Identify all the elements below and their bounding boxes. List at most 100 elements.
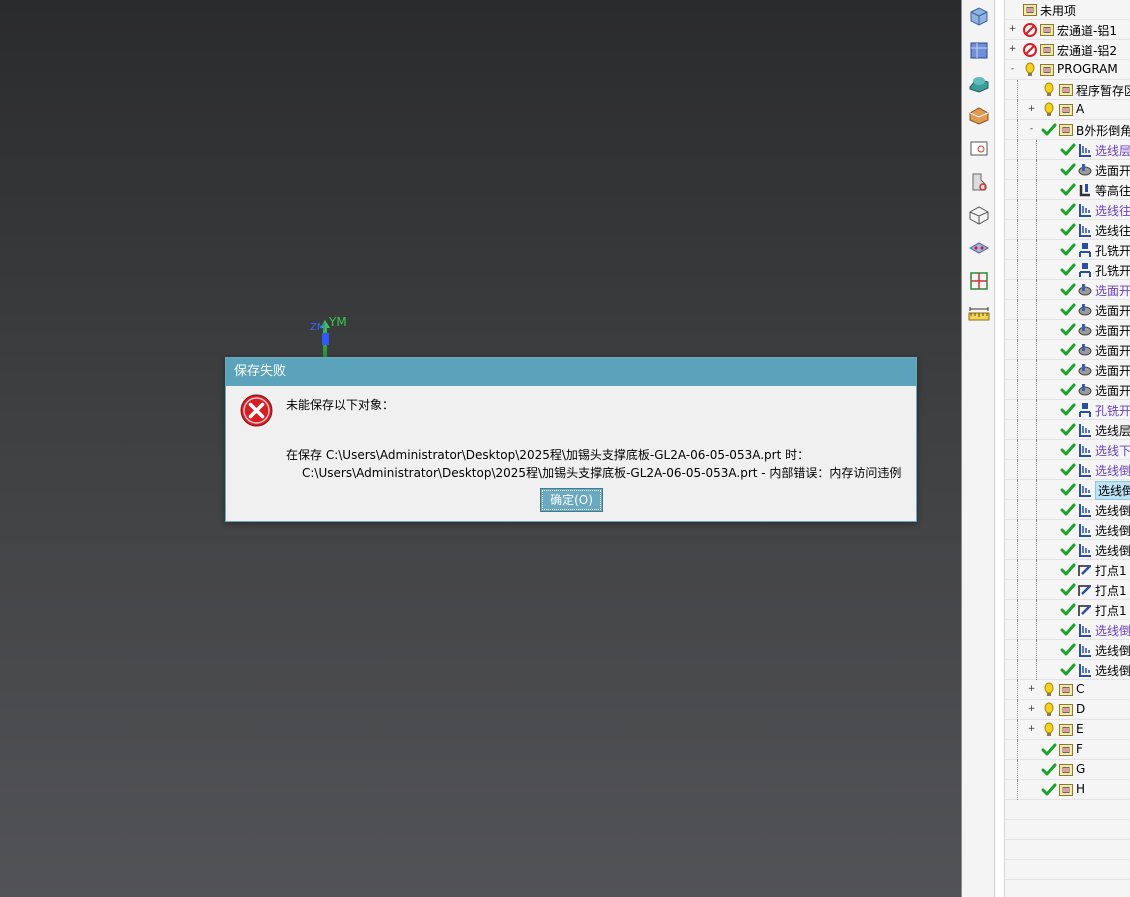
tree-row[interactable]: 选线倒角: [1005, 480, 1130, 500]
folder-icon: [1059, 124, 1073, 136]
folder-icon: [1059, 84, 1073, 96]
tree-row[interactable]: F: [1005, 740, 1130, 760]
tree-row[interactable]: - B外形倒角: [1005, 120, 1130, 140]
tree-row[interactable]: 打点1: [1005, 560, 1130, 580]
tree-row[interactable]: 选线倒角: [1005, 520, 1130, 540]
tree-guide-line: [1036, 480, 1037, 500]
tree-row-label: G: [1076, 762, 1086, 776]
tree-row[interactable]: + 宏通道-铝2: [1005, 40, 1130, 60]
display-filter-icon[interactable]: [967, 170, 991, 194]
iso-view-icon[interactable]: [967, 38, 991, 62]
planar-op-icon: [1079, 224, 1091, 237]
tree-row[interactable]: 未用项: [1005, 0, 1130, 20]
tree-row[interactable]: 等高往复: [1005, 180, 1130, 200]
expand-icon[interactable]: +: [1027, 685, 1036, 694]
wireframe-icon[interactable]: [967, 203, 991, 227]
tree-row-label: 选线倒角: [1095, 481, 1130, 500]
tree-row[interactable]: 孔铣开粗: [1005, 400, 1130, 420]
tree-row[interactable]: 选线下刀: [1005, 440, 1130, 460]
section-icon[interactable]: [967, 103, 991, 127]
error-detail-line1: 在保存 C:\Users\Administrator\Desktop\2025程…: [286, 448, 810, 462]
tree-row[interactable]: + C: [1005, 680, 1130, 700]
tree-guide-line: [1017, 360, 1018, 380]
tree-guide-line: [1017, 520, 1018, 540]
tree-guide-line: [1017, 660, 1018, 680]
ok-button[interactable]: 确定(O): [540, 488, 603, 512]
tree-row[interactable]: 选线层: [1005, 140, 1130, 160]
drill-icon: [1078, 605, 1091, 616]
check-icon: [1060, 183, 1076, 196]
collapse-icon[interactable]: -: [1027, 125, 1036, 134]
tree-row[interactable]: 选线往复: [1005, 220, 1130, 240]
tree-row[interactable]: 选面开粗: [1005, 300, 1130, 320]
tree-row[interactable]: 孔铣开粗: [1005, 240, 1130, 260]
tree-row-label: 选线层: [1095, 144, 1130, 158]
front-view-icon[interactable]: [967, 4, 991, 28]
shaded-icon[interactable]: [967, 71, 991, 95]
measure-icon[interactable]: [967, 302, 991, 326]
tree-row[interactable]: 选面开粗: [1005, 340, 1130, 360]
tree-row[interactable]: 打点1: [1005, 600, 1130, 620]
tree-row[interactable]: 打点1: [1005, 580, 1130, 600]
tree-row[interactable]: + A: [1005, 100, 1130, 120]
folder-icon: [1059, 704, 1073, 716]
folder-icon: [1040, 24, 1054, 36]
tree-guide-line: [1036, 220, 1037, 240]
tree-row[interactable]: 选面开粗: [1005, 280, 1130, 300]
empty-tree-row: [1005, 820, 1130, 840]
tree-row[interactable]: 选线倒角: [1005, 660, 1130, 680]
camera-view-icon[interactable]: [967, 137, 991, 161]
tree-row-label: 选线倒角: [1095, 544, 1130, 558]
tree-guide-line: [1036, 300, 1037, 320]
zlevel-icon: [1079, 184, 1090, 197]
tree-row[interactable]: G: [1005, 760, 1130, 780]
tree-row[interactable]: 选线倒角: [1005, 540, 1130, 560]
z-axis-marker: [322, 333, 329, 345]
expand-icon[interactable]: +: [1008, 25, 1017, 34]
tree-row[interactable]: 选面开粗: [1005, 360, 1130, 380]
tree-row[interactable]: 选面开粗: [1005, 160, 1130, 180]
tree-row[interactable]: 孔铣开粗: [1005, 260, 1130, 280]
expand-icon[interactable]: +: [1027, 705, 1036, 714]
tree-row-label: 孔铣开粗: [1095, 244, 1130, 258]
tree-row[interactable]: 选线倒角: [1005, 460, 1130, 480]
folder-icon: [1059, 724, 1073, 736]
folder-icon: [1023, 4, 1037, 16]
tree-row[interactable]: H: [1005, 780, 1130, 800]
tree-guide-line: [1017, 640, 1018, 660]
tree-row[interactable]: 选线倒角: [1005, 640, 1130, 660]
tree-guide-line: [1036, 440, 1037, 460]
dialog-title[interactable]: 保存失败: [226, 358, 916, 386]
save-failed-dialog: 保存失败 未能保存以下对象： 在保存 C:\Users\Administrato…: [225, 357, 917, 522]
tree-row[interactable]: 选线倒角: [1005, 620, 1130, 640]
tree-guide-line: [1017, 600, 1018, 620]
tree-row[interactable]: 选线往复: [1005, 200, 1130, 220]
tree-guide-line: [1017, 80, 1018, 100]
tree-guide-line: [1036, 260, 1037, 280]
layer-icon[interactable]: [967, 236, 991, 260]
tree-row[interactable]: + E: [1005, 720, 1130, 740]
tree-row[interactable]: + D: [1005, 700, 1130, 720]
expand-icon[interactable]: +: [1008, 45, 1017, 54]
tree-row[interactable]: 选面开粗: [1005, 320, 1130, 340]
axis-label-ym: YM: [329, 315, 347, 329]
expand-icon[interactable]: +: [1027, 725, 1036, 734]
tree-row[interactable]: 选线层: [1005, 420, 1130, 440]
tree-row[interactable]: 选面开粗: [1005, 380, 1130, 400]
bulb-icon: [1044, 722, 1054, 736]
check-icon: [1060, 143, 1076, 156]
expand-icon[interactable]: +: [1027, 105, 1036, 114]
tree-row[interactable]: 程序暂存区: [1005, 80, 1130, 100]
tree-row[interactable]: 选线倒角: [1005, 500, 1130, 520]
tree-guide-line: [1017, 280, 1018, 300]
tree-guide-line: [1017, 160, 1018, 180]
collapse-icon[interactable]: -: [1008, 65, 1017, 74]
check-icon: [1060, 583, 1076, 596]
hole-mill-icon: [1079, 263, 1091, 277]
tree-row-label: 选线往复: [1095, 224, 1130, 238]
tree-row[interactable]: - PROGRAM: [1005, 60, 1130, 80]
grid-icon[interactable]: [967, 269, 991, 293]
tree-row[interactable]: + 宏通道-铝1: [1005, 20, 1130, 40]
check-icon: [1060, 543, 1076, 556]
folder-icon: [1059, 744, 1073, 756]
